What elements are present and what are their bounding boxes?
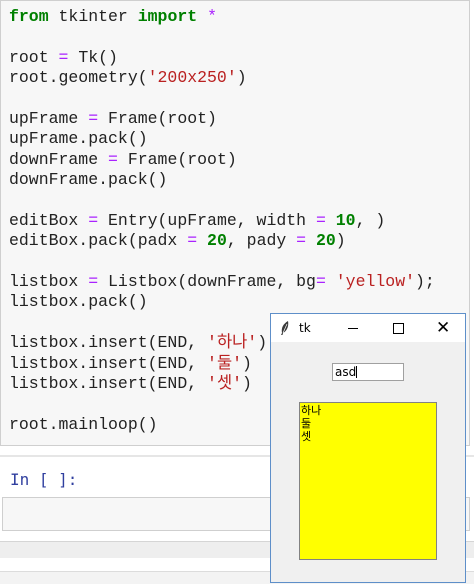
- entry-text: asd: [335, 365, 357, 379]
- code-token: import: [137, 7, 198, 26]
- code-token: listbox.insert(END,: [9, 353, 208, 373]
- code-token: 'yellow': [335, 272, 415, 292]
- code-token: downFrame: [9, 149, 109, 169]
- maximize-icon: [393, 323, 404, 334]
- text-caret: [356, 366, 358, 378]
- listbox-item[interactable]: 둘: [301, 417, 435, 430]
- code-line: from tkinter import *: [9, 7, 435, 27]
- code-token: ): [257, 333, 268, 353]
- code-token: editBox.pack(padx: [9, 231, 188, 251]
- code-token: 10: [335, 210, 356, 230]
- code-token: ): [335, 231, 346, 251]
- code-token: );: [415, 272, 435, 292]
- tk-titlebar[interactable]: tk ✕: [271, 314, 465, 342]
- code-token: =: [88, 210, 99, 230]
- code-token: ): [242, 353, 252, 373]
- code-token: =: [315, 272, 326, 292]
- close-button[interactable]: ✕: [421, 314, 467, 342]
- code-token: , ): [355, 210, 386, 230]
- maximize-button[interactable]: [375, 314, 421, 342]
- code-line: root.geometry('200x250'): [9, 68, 435, 88]
- code-token: '하나': [207, 333, 258, 353]
- code-token: , pady: [226, 231, 297, 251]
- code-token: listbox.insert(END,: [9, 374, 208, 394]
- minimize-icon: [348, 328, 358, 329]
- code-token: ): [236, 68, 247, 88]
- listbox[interactable]: 하나 둘 셋: [299, 402, 437, 560]
- code-token: Tk(): [68, 47, 118, 67]
- code-token: '둘': [207, 353, 243, 373]
- code-token: Listbox(downFrame, bg: [98, 272, 316, 292]
- code-token: =: [296, 231, 307, 251]
- code-line: upFrame.pack(): [9, 129, 435, 149]
- code-line: downFrame = Frame(root): [9, 150, 435, 170]
- code-token: listbox.insert(END,: [9, 333, 208, 353]
- minimize-button[interactable]: [330, 314, 376, 342]
- code-token: =: [108, 149, 118, 169]
- code-line: editBox.pack(padx = 20, pady = 20): [9, 231, 435, 251]
- code-token: =: [88, 272, 99, 292]
- code-token: upFrame.pack(): [9, 129, 148, 149]
- code-token: '200x250': [147, 68, 237, 88]
- code-token: Frame(root): [117, 149, 237, 169]
- code-token: Entry(upFrame, width: [98, 210, 316, 230]
- code-token: from: [9, 7, 49, 26]
- code-token: root.mainloop(): [9, 414, 158, 434]
- code-token: =: [88, 108, 99, 128]
- code-line: root = Tk(): [9, 48, 435, 68]
- code-token: editBox: [9, 210, 89, 230]
- input-prompt: In [ ]:: [10, 470, 78, 489]
- code-line: downFrame.pack(): [9, 170, 435, 190]
- edit-box-entry[interactable]: asd: [332, 363, 404, 381]
- listbox-item[interactable]: 하나: [301, 404, 435, 417]
- code-token: tkinter: [48, 7, 138, 26]
- code-token: root: [9, 47, 59, 67]
- tk-window-title: tk: [299, 321, 311, 335]
- code-token: downFrame.pack(): [9, 170, 168, 190]
- code-token: listbox: [9, 272, 89, 292]
- code-line: listbox.pack(): [9, 292, 435, 312]
- code-token: =: [187, 231, 198, 251]
- code-token: =: [58, 47, 69, 67]
- feather-icon: [281, 321, 289, 335]
- code-token: listbox.pack(): [9, 292, 148, 312]
- code-token: '셋': [207, 374, 243, 394]
- code-line: upFrame = Frame(root): [9, 109, 435, 129]
- close-icon: ✕: [436, 318, 451, 338]
- code-token: ): [242, 374, 252, 394]
- code-token: =: [315, 210, 326, 230]
- code-token: upFrame: [9, 108, 89, 128]
- code-token: *: [207, 7, 217, 26]
- listbox-item[interactable]: 셋: [301, 430, 435, 443]
- code-token: root.geometry(: [9, 68, 148, 88]
- code-line: listbox = Listbox(downFrame, bg= 'yellow…: [9, 272, 435, 292]
- code-token: Frame(root): [98, 108, 217, 128]
- code-token: 20: [315, 231, 336, 251]
- tk-window[interactable]: tk ✕ asd 하나 둘 셋: [270, 313, 466, 583]
- code-token: 20: [207, 231, 227, 251]
- code-line: editBox = Entry(upFrame, width = 10, ): [9, 211, 435, 231]
